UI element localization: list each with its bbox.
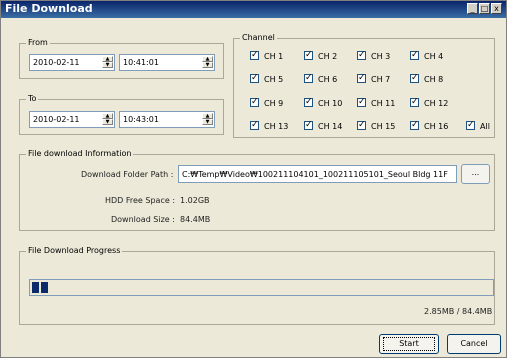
hdd-free-value: 1.02GB <box>180 196 210 205</box>
channel-label-1: CH 1 <box>264 52 284 61</box>
file-download-window: File Download _ □ x From 2010-02-11 ▲ ▼ 1… <box>0 0 507 358</box>
maximize-button[interactable]: □ <box>479 3 490 14</box>
window-title: File Download <box>5 2 93 15</box>
from-time-spinner[interactable]: ▲ ▼ <box>202 56 213 69</box>
check-icon: ✓ <box>304 50 313 60</box>
from-label: From <box>26 38 50 47</box>
from-time-picker[interactable]: 10:41:01 ▲ ▼ <box>119 54 215 71</box>
channel-label-10: CH 10 <box>318 99 343 108</box>
channel-label-9: CH 9 <box>264 99 284 108</box>
download-progress-bar <box>29 279 494 296</box>
channel-label-4: CH 4 <box>424 52 444 61</box>
browse-button[interactable]: ... <box>461 164 490 184</box>
progress-block <box>32 282 39 293</box>
channel-label-5: CH 5 <box>264 75 284 84</box>
download-info-label: File download Information <box>26 149 134 158</box>
channel-label-3: CH 3 <box>371 52 391 61</box>
channel-label-8: CH 8 <box>424 75 444 84</box>
channel-all-label: All <box>480 122 490 131</box>
minimize-button[interactable]: _ <box>467 3 478 14</box>
channel-label-14: CH 14 <box>318 122 343 131</box>
folder-path-label: Download Folder Path : <box>81 170 174 179</box>
check-icon: ✓ <box>250 50 259 60</box>
to-date-picker[interactable]: 2010-02-11 ▲ ▼ <box>29 111 115 128</box>
channel-label-16: CH 16 <box>424 122 449 131</box>
start-button-label: Start <box>399 339 419 348</box>
folder-path-field[interactable]: C:₩Temp₩Video₩100211104101_100211105101_… <box>178 165 457 183</box>
close-button[interactable]: x <box>491 3 502 14</box>
channel-label-11: CH 11 <box>371 99 396 108</box>
check-icon: ✓ <box>357 50 366 60</box>
download-size-value: 84.4MB <box>180 215 211 224</box>
download-progress-label: File Download Progress <box>26 246 123 255</box>
cancel-button[interactable]: Cancel <box>447 334 501 354</box>
check-icon: ✓ <box>250 73 259 83</box>
channel-label-7: CH 7 <box>371 75 391 84</box>
from-date-picker[interactable]: 2010-02-11 ▲ ▼ <box>29 54 115 71</box>
from-date-value: 2010-02-11 <box>33 58 80 67</box>
check-icon: ✓ <box>410 120 419 130</box>
progress-text: 2.85MB / 84.4MB <box>424 307 493 316</box>
check-icon: ✓ <box>304 97 313 107</box>
progress-block <box>41 282 48 293</box>
to-time-value: 10:43:01 <box>123 115 159 124</box>
check-icon: ✓ <box>410 73 419 83</box>
channel-label-13: CH 13 <box>264 122 289 131</box>
title-bar[interactable]: File Download _ □ x <box>1 1 506 18</box>
download-size-label: Download Size : <box>111 215 175 224</box>
check-icon: ✓ <box>304 120 313 130</box>
check-icon: ✓ <box>357 73 366 83</box>
channel-label: Channel <box>240 33 277 42</box>
channel-label-2: CH 2 <box>318 52 338 61</box>
channel-label-15: CH 15 <box>371 122 396 131</box>
check-icon: ✓ <box>250 120 259 130</box>
check-icon: ✓ <box>357 120 366 130</box>
to-time-picker[interactable]: 10:43:01 ▲ ▼ <box>119 111 215 128</box>
channel-label-12: CH 12 <box>424 99 449 108</box>
to-date-spinner[interactable]: ▲ ▼ <box>102 113 113 126</box>
hdd-free-label: HDD Free Space : <box>105 196 176 205</box>
to-time-spinner[interactable]: ▲ ▼ <box>202 113 213 126</box>
check-icon: ✓ <box>357 97 366 107</box>
check-icon: ✓ <box>410 97 419 107</box>
check-icon: ✓ <box>250 97 259 107</box>
check-icon: ✓ <box>466 120 475 130</box>
folder-path-value: C:₩Temp₩Video₩100211104101_100211105101_… <box>182 170 448 179</box>
to-date-value: 2010-02-11 <box>33 115 80 124</box>
from-time-value: 10:41:01 <box>123 58 159 67</box>
check-icon: ✓ <box>410 50 419 60</box>
from-date-spinner[interactable]: ▲ ▼ <box>102 56 113 69</box>
to-label: To <box>26 94 39 103</box>
channel-label-6: CH 6 <box>318 75 338 84</box>
check-icon: ✓ <box>304 73 313 83</box>
start-button[interactable]: Start <box>379 334 439 354</box>
